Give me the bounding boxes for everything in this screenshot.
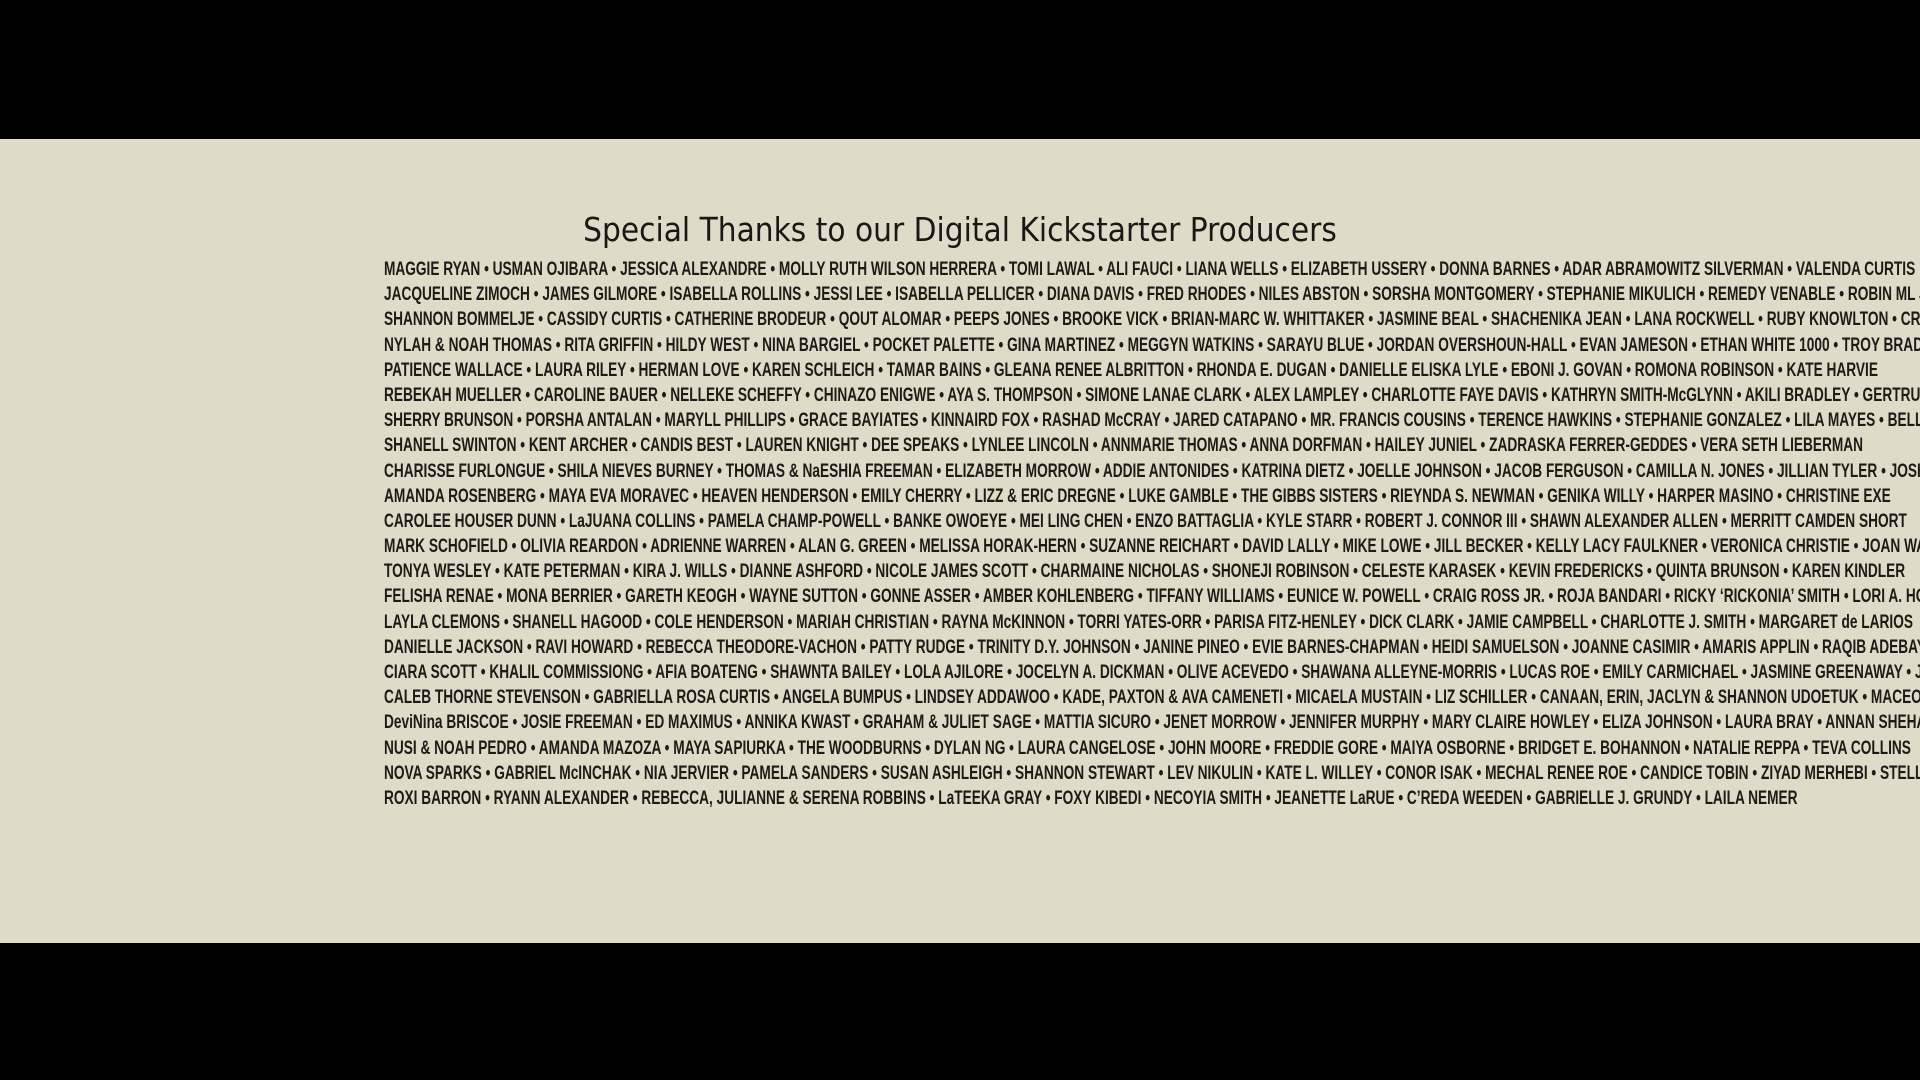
credits-line: AMANDA ROSENBERG • MAYA EVA MORAVEC • HE… xyxy=(384,485,1891,507)
credits-line: MARK SCHOFIELD • OLIVIA REARDON • ADRIEN… xyxy=(384,536,1920,558)
credits-line: JACQUELINE ZIMOCH • JAMES GILMORE • ISAB… xyxy=(384,284,1920,306)
credits-line: REBEKAH MUELLER • CAROLINE BAUER • NELLE… xyxy=(384,384,1920,406)
credits-line: FELISHA RENAE • MONA BERRIER • GARETH KE… xyxy=(384,586,1920,608)
credits-line: CHARISSE FURLONGUE • SHILA NIEVES BURNEY… xyxy=(384,460,1920,482)
credits-line: LAYLA CLEMONS • SHANELL HAGOOD • COLE HE… xyxy=(384,611,1913,633)
credits-line: TONYA WESLEY • KATE PETERMAN • KIRA J. W… xyxy=(384,561,1906,583)
letterbox-bottom-bar xyxy=(0,943,1920,1080)
credits-line: NOVA SPARKS • GABRIEL McINCHAK • NIA JER… xyxy=(384,762,1920,784)
credits-line: SHANNON BOMMELJE • CASSIDY CURTIS • CATH… xyxy=(384,309,1920,331)
credits-panel: Special Thanks to our Digital Kickstarte… xyxy=(0,139,1920,943)
credits-name-list: MAGGIE RYAN • USMAN OJIBARA • JESSICA AL… xyxy=(160,257,1920,811)
credits-line: ROXI BARRON • RYANN ALEXANDER • REBECCA,… xyxy=(384,787,1798,809)
credits-title: Special Thanks to our Digital Kickstarte… xyxy=(583,210,1337,249)
credits-line: SHANELL SWINTON • KENT ARCHER • CANDIS B… xyxy=(384,435,1864,457)
credits-line: MAGGIE RYAN • USMAN OJIBARA • JESSICA AL… xyxy=(384,259,1916,280)
credits-line: DeviNina BRISCOE • JOSIE FREEMAN • ED MA… xyxy=(384,712,1920,734)
credits-line: CALEB THORNE STEVENSON • GABRIELLA ROSA … xyxy=(384,687,1920,709)
letterbox-top-bar xyxy=(0,0,1920,139)
credits-line: SHERRY BRUNSON • PORSHA ANTALAN • MARYLL… xyxy=(384,410,1920,432)
credits-line: CAROLEE HOUSER DUNN • LaJUANA COLLINS • … xyxy=(384,510,1907,532)
video-frame: Special Thanks to our Digital Kickstarte… xyxy=(0,0,1920,1080)
credits-line: NUSI & NOAH PEDRO • AMANDA MAZOZA • MAYA… xyxy=(384,737,1911,759)
credits-line: DANIELLE JACKSON • RAVI HOWARD • REBECCA… xyxy=(384,636,1920,658)
credits-line: CIARA SCOTT • KHALIL COMMISSIONG • AFIA … xyxy=(384,662,1920,683)
credits-line: NYLAH & NOAH THOMAS • RITA GRIFFIN • HIL… xyxy=(384,334,1920,356)
credits-line: PATIENCE WALLACE • LAURA RILEY • HERMAN … xyxy=(384,359,1878,381)
